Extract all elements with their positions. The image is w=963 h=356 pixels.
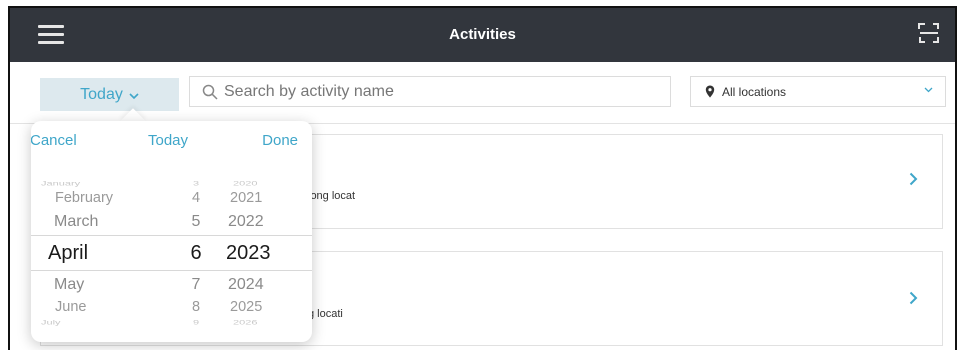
wheel-option[interactable]: March bbox=[54, 213, 98, 231]
search-icon bbox=[202, 84, 218, 100]
wheel-option[interactable]: May bbox=[54, 276, 84, 294]
wheel-option-selected[interactable]: 2023 bbox=[226, 242, 271, 265]
wheel-option-selected[interactable]: 6 bbox=[181, 242, 211, 265]
wheel-option[interactable]: January bbox=[41, 181, 80, 188]
wheel-option[interactable]: 2025 bbox=[230, 299, 262, 315]
top-bar: Activities bbox=[10, 8, 955, 62]
chevron-right-icon bbox=[909, 170, 918, 191]
wheel-option[interactable]: 3 bbox=[181, 181, 211, 188]
chevron-down-icon bbox=[924, 85, 933, 96]
wheel-option[interactable]: 2020 bbox=[233, 181, 257, 188]
wheel-option[interactable]: 2022 bbox=[228, 213, 264, 231]
activity-location-text: long locat bbox=[308, 190, 356, 202]
search-field[interactable] bbox=[189, 76, 671, 107]
date-picker-popover: Cancel Today Done January February March… bbox=[31, 121, 312, 342]
location-select-label: All locations bbox=[722, 84, 787, 99]
date-filter-label: Today bbox=[80, 85, 123, 103]
location-pin-icon bbox=[705, 85, 715, 98]
wheel-option[interactable]: 4 bbox=[181, 190, 211, 206]
wheel-option[interactable]: 2024 bbox=[228, 276, 264, 294]
date-wheel: January February March April May June Ju… bbox=[31, 121, 312, 342]
date-filter-button[interactable]: Today bbox=[40, 78, 179, 111]
app-window: Activities Today All loc bbox=[8, 6, 957, 350]
wheel-option[interactable]: 7 bbox=[181, 276, 211, 294]
location-select[interactable]: All locations bbox=[690, 76, 946, 107]
wheel-option[interactable]: July bbox=[41, 320, 61, 327]
search-input[interactable] bbox=[224, 82, 644, 101]
wheel-option[interactable]: 8 bbox=[181, 299, 211, 315]
chevron-right-icon bbox=[909, 289, 918, 310]
activity-location-text: g locati bbox=[308, 308, 343, 320]
filter-bar: Today All locations bbox=[10, 62, 955, 124]
wheel-option[interactable]: 9 bbox=[181, 320, 211, 327]
chevron-down-icon bbox=[129, 89, 139, 103]
wheel-option[interactable]: 2026 bbox=[233, 320, 257, 327]
scan-frame-icon[interactable] bbox=[918, 22, 940, 44]
wheel-option[interactable]: 5 bbox=[181, 213, 211, 231]
wheel-option-selected[interactable]: April bbox=[48, 242, 88, 265]
wheel-option[interactable]: June bbox=[55, 299, 86, 315]
wheel-option[interactable]: February bbox=[55, 190, 113, 206]
wheel-option[interactable]: 2021 bbox=[230, 190, 262, 206]
page-title: Activities bbox=[449, 26, 516, 43]
